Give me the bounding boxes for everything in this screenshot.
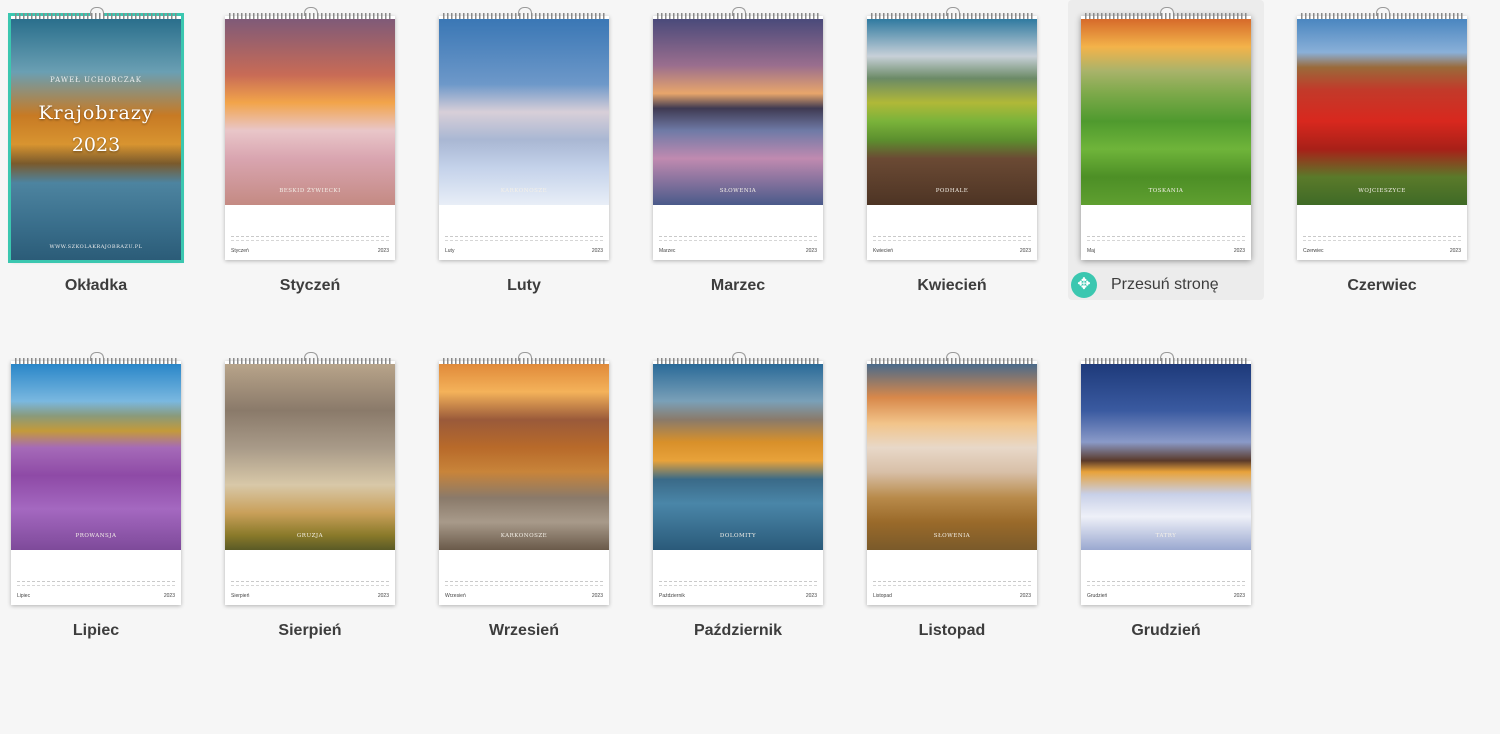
month-photo xyxy=(653,19,823,205)
cover-year: 2023 xyxy=(71,134,121,156)
photo-label: Wojcieszyce xyxy=(1358,188,1406,194)
page-label: Wrzesień xyxy=(489,622,559,639)
page-tile-cover[interactable]: Paweł Uchorczak Krajobrazy 2023 www.szko… xyxy=(0,7,196,295)
page-thumbnail[interactable]: Beskid Żywiecki Styczeń 2023 xyxy=(225,7,395,260)
month-photo xyxy=(439,19,609,205)
page-tile-february[interactable]: Karkonosze Luty 2023 Luty xyxy=(424,7,624,295)
page-tile-july[interactable]: Prowansja Lipiec 2023 Lipiec xyxy=(0,352,196,640)
year: 2023 xyxy=(163,593,175,599)
month-name: Czerwiec xyxy=(1303,248,1324,254)
year: 2023 xyxy=(1233,248,1245,254)
month-name: Październik xyxy=(659,593,685,599)
month-photo xyxy=(867,364,1037,550)
photo-label: Tatry xyxy=(1155,533,1177,539)
page-thumbnail[interactable]: Dolomity Październik 2023 xyxy=(653,352,823,605)
month-photo xyxy=(867,19,1037,205)
year: 2023 xyxy=(591,593,603,599)
year: 2023 xyxy=(805,593,817,599)
move-page-label[interactable]: Przesuń stronę xyxy=(1111,276,1219,294)
page-label: Listopad xyxy=(918,622,986,639)
month-photo xyxy=(225,364,395,550)
month-photo xyxy=(1081,19,1251,205)
year: 2023 xyxy=(377,248,389,254)
photo-label: Słowenia xyxy=(933,533,971,539)
photo-label: Toskania xyxy=(1148,188,1184,194)
month-photo xyxy=(1297,19,1467,205)
page-tile-september[interactable]: Karkonosze Wrzesień 2023 Wrzesień xyxy=(424,352,624,640)
month-name: Listopad xyxy=(873,593,892,599)
year: 2023 xyxy=(1449,248,1461,254)
page-label: Czerwiec xyxy=(1347,277,1417,294)
month-name: Luty xyxy=(445,248,455,254)
month-name: Styczeń xyxy=(231,248,249,254)
photo-label: Prowansja xyxy=(75,533,117,539)
month-photo xyxy=(439,364,609,550)
cover-author: Paweł Uchorczak xyxy=(50,76,142,84)
month-name: Kwiecień xyxy=(873,248,894,254)
page-thumbnail[interactable]: Gruzja Sierpień 2023 xyxy=(225,352,395,605)
month-name: Marzec xyxy=(659,248,676,254)
month-name: Maj xyxy=(1087,248,1096,254)
photo-label: Podhale xyxy=(935,188,969,194)
cover-url: www.szkolakrajobrazu.pl xyxy=(49,244,143,250)
page-thumbnail[interactable]: Słowenia Listopad 2023 xyxy=(867,352,1037,605)
photo-label: Słowenia xyxy=(719,188,757,194)
page-label: Okładka xyxy=(64,277,128,294)
page-label: Styczeń xyxy=(279,277,341,294)
page-tile-june[interactable]: Wojcieszyce Czerwiec 2023 Czerwiec xyxy=(1282,7,1482,295)
month-name: Wrzesień xyxy=(445,593,466,599)
page-tile-march[interactable]: Słowenia Marzec 2023 Marzec xyxy=(638,7,838,295)
page-thumbnail[interactable]: Karkonosze Wrzesień 2023 xyxy=(439,352,609,605)
page-tile-august[interactable]: Gruzja Sierpień 2023 Sierpień xyxy=(210,352,410,640)
page-label: Grudzień xyxy=(1131,622,1201,639)
page-thumbnail[interactable]: Paweł Uchorczak Krajobrazy 2023 www.szko… xyxy=(8,7,184,263)
photo-label: Gruzja xyxy=(296,533,324,539)
page-label: Lipiec xyxy=(72,622,120,639)
year: 2023 xyxy=(1233,593,1245,599)
page-label: Sierpień xyxy=(278,622,342,639)
page-thumbnail[interactable]: Toskania Maj 2023 xyxy=(1081,7,1251,260)
page-thumbnail[interactable]: Tatry Grudzień 2023 xyxy=(1081,352,1251,605)
month-photo xyxy=(225,19,395,205)
page-tile-december[interactable]: Tatry Grudzień 2023 Grudzień xyxy=(1066,352,1266,640)
photo-label: Karkonosze xyxy=(500,188,548,194)
year: 2023 xyxy=(1019,593,1031,599)
photo-label: Beskid Żywiecki xyxy=(279,188,341,194)
photo-label: Karkonosze xyxy=(500,533,548,539)
page-tile-january[interactable]: Beskid Żywiecki Styczeń 2023 Styczeń xyxy=(210,7,410,295)
month-photo xyxy=(653,364,823,550)
move-page-control[interactable]: ✥ Przesuń stronę xyxy=(1071,272,1261,298)
page-tile-may[interactable]: Toskania Maj 2023 ✥ Przesuń stronę xyxy=(1066,7,1266,298)
month-name: Grudzień xyxy=(1087,593,1108,599)
move-arrows-icon[interactable]: ✥ xyxy=(1071,272,1097,298)
year: 2023 xyxy=(377,593,389,599)
page-label: Październik xyxy=(693,622,783,639)
month-photo xyxy=(1081,364,1251,550)
page-thumbnail[interactable]: Prowansja Lipiec 2023 xyxy=(11,352,181,605)
page-label: Kwiecień xyxy=(917,277,987,294)
page-thumbnail[interactable]: Słowenia Marzec 2023 xyxy=(653,7,823,260)
page-label: Marzec xyxy=(710,277,766,294)
page-thumbnail[interactable]: Karkonosze Luty 2023 xyxy=(439,7,609,260)
month-name: Lipiec xyxy=(17,593,31,599)
page-thumbnail[interactable]: Wojcieszyce Czerwiec 2023 xyxy=(1297,7,1467,260)
year: 2023 xyxy=(805,248,817,254)
year: 2023 xyxy=(1019,248,1031,254)
cover-title: Krajobrazy xyxy=(38,102,154,124)
page-tile-november[interactable]: Słowenia Listopad 2023 Listopad xyxy=(852,352,1052,640)
year: 2023 xyxy=(591,248,603,254)
page-thumbnail[interactable]: Podhale Kwiecień 2023 xyxy=(867,7,1037,260)
month-photo xyxy=(11,364,181,550)
page-tile-april[interactable]: Podhale Kwiecień 2023 Kwiecień xyxy=(852,7,1052,295)
page-tile-october[interactable]: Dolomity Październik 2023 Październik xyxy=(638,352,838,640)
page-label: Luty xyxy=(507,277,541,294)
month-name: Sierpień xyxy=(231,593,250,599)
photo-label: Dolomity xyxy=(719,533,757,539)
